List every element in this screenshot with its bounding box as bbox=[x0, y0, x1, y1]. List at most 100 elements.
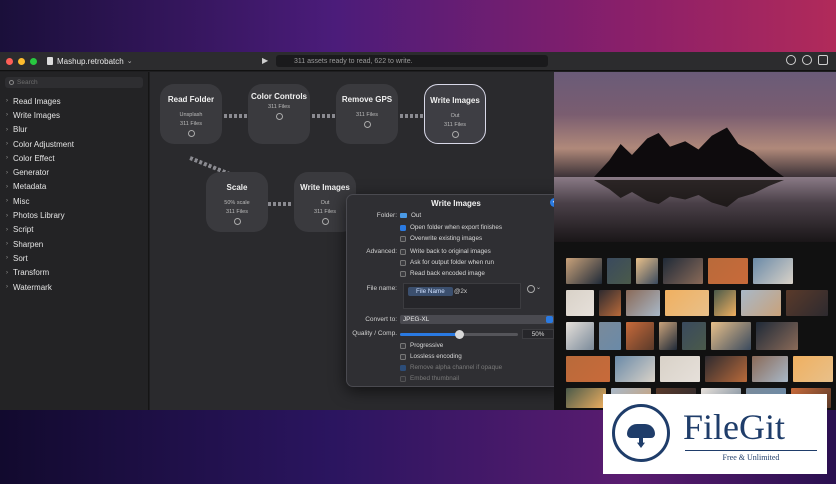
write-back-checkbox[interactable] bbox=[400, 248, 406, 255]
node-port[interactable] bbox=[275, 113, 283, 120]
progressive-option[interactable]: Progressive bbox=[400, 342, 443, 349]
quality-slider-fill bbox=[400, 333, 459, 336]
close-button[interactable] bbox=[6, 57, 13, 65]
search-icon[interactable] bbox=[786, 55, 796, 65]
node-remove-gps[interactable]: Remove GPS 311 Files bbox=[336, 84, 398, 144]
search-field[interactable]: Search bbox=[5, 77, 143, 88]
thumbnail-image[interactable] bbox=[615, 356, 655, 382]
thumbnail-image[interactable] bbox=[566, 388, 606, 408]
thumbnail-image[interactable] bbox=[714, 290, 736, 316]
node-port[interactable] bbox=[321, 218, 329, 225]
thumbnail-image[interactable] bbox=[566, 290, 594, 316]
thumbnail-image[interactable] bbox=[636, 258, 658, 284]
sidebar-item-read-images[interactable]: › Read Images bbox=[0, 94, 148, 108]
write-back-option[interactable]: Write back to original images bbox=[400, 248, 491, 255]
thumbnail-image[interactable] bbox=[626, 322, 654, 350]
sidebar-item-color-effect[interactable]: › Color Effect bbox=[0, 151, 148, 165]
play-icon[interactable]: ▶ bbox=[262, 56, 268, 65]
overwrite-checkbox[interactable] bbox=[400, 235, 406, 242]
thumbnail-image[interactable] bbox=[566, 322, 594, 350]
chevron-down-icon[interactable]: ⌄ bbox=[127, 57, 133, 65]
quality-value-field[interactable]: 50% bbox=[522, 329, 554, 339]
toolbar-icons bbox=[786, 55, 828, 65]
thumbnail-image[interactable] bbox=[711, 322, 751, 350]
node-read-folder[interactable]: Read Folder Unsplash 311 Files bbox=[160, 84, 222, 144]
progressive-checkbox[interactable] bbox=[400, 342, 406, 349]
sidebar-item-label: Misc bbox=[13, 196, 30, 206]
node-write-images-selected[interactable]: Write Images Out 311 Files bbox=[424, 84, 486, 144]
node-port[interactable] bbox=[363, 121, 371, 128]
sidebar-item-metadata[interactable]: › Metadata bbox=[0, 180, 148, 194]
thumbnail-image[interactable] bbox=[660, 356, 700, 382]
thumbnail-image[interactable] bbox=[659, 322, 677, 350]
thumbnail-image[interactable] bbox=[607, 258, 631, 284]
node-subtitle: Unsplash bbox=[179, 112, 203, 118]
open-folder-option[interactable]: Open folder when export finishes bbox=[400, 224, 502, 231]
filename-token[interactable]: File Name bbox=[408, 287, 453, 296]
sidebar-item-photos-library[interactable]: › Photos Library bbox=[0, 208, 148, 222]
convert-format-value: JPEG-XL bbox=[403, 316, 430, 323]
read-back-checkbox[interactable] bbox=[400, 270, 406, 277]
thumbnail-image[interactable] bbox=[793, 356, 833, 382]
window-title[interactable]: Mashup.retrobatch bbox=[57, 57, 124, 66]
sidebar-item-sort[interactable]: › Sort bbox=[0, 251, 148, 265]
thumbnail-image[interactable] bbox=[682, 322, 706, 350]
thumbnail-image[interactable] bbox=[705, 356, 747, 382]
search-placeholder: Search bbox=[17, 79, 38, 86]
node-color-controls[interactable]: Color Controls 311 Files bbox=[248, 84, 310, 144]
node-scale[interactable]: Scale 50% scale 311 Files bbox=[206, 172, 268, 232]
sidebar-item-transform[interactable]: › Transform bbox=[0, 266, 148, 280]
quality-slider[interactable] bbox=[400, 330, 518, 339]
node-connection bbox=[312, 114, 336, 118]
node-subtitle: Out bbox=[450, 113, 460, 119]
node-port[interactable] bbox=[233, 218, 241, 225]
node-subtitle: 50% scale bbox=[224, 200, 250, 206]
sidebar-item-generator[interactable]: › Generator bbox=[0, 165, 148, 179]
ask-output-option[interactable]: Ask for output folder when run bbox=[400, 259, 494, 266]
sidebar-item-blur[interactable]: › Blur bbox=[0, 123, 148, 137]
node-port[interactable] bbox=[187, 130, 195, 137]
open-folder-checkbox[interactable] bbox=[400, 224, 406, 231]
sidebar-item-watermark[interactable]: › Watermark bbox=[0, 280, 148, 294]
image-preview-panel[interactable] bbox=[554, 72, 836, 410]
node-count: 311 Files bbox=[444, 122, 466, 128]
thumbnail-image[interactable] bbox=[752, 356, 788, 382]
folder-picker[interactable]: Out ⇕ bbox=[400, 212, 560, 219]
thumbnail-image[interactable] bbox=[599, 322, 621, 350]
thumbnail-image[interactable] bbox=[599, 290, 621, 316]
filename-field[interactable]: File Name @2x bbox=[403, 283, 521, 309]
thumbnail-image[interactable] bbox=[566, 258, 602, 284]
sidebar-item-write-images[interactable]: › Write Images bbox=[0, 108, 148, 122]
thumbnail-image[interactable] bbox=[753, 258, 793, 284]
overwrite-option[interactable]: Overwrite existing images bbox=[400, 235, 482, 242]
ask-output-label: Ask for output folder when run bbox=[410, 259, 495, 266]
zoom-button[interactable] bbox=[30, 57, 37, 65]
thumbnail-image[interactable] bbox=[756, 322, 798, 350]
thumbnail-image[interactable] bbox=[741, 290, 781, 316]
sidebar-item-script[interactable]: › Script bbox=[0, 223, 148, 237]
thumbnail-image[interactable] bbox=[663, 258, 703, 284]
lossless-checkbox[interactable] bbox=[400, 353, 406, 360]
node-port[interactable] bbox=[451, 131, 459, 138]
minimize-button[interactable] bbox=[18, 57, 25, 65]
convert-format-select[interactable]: JPEG-XL bbox=[400, 315, 554, 324]
chevron-down-icon[interactable]: ⌄ bbox=[536, 284, 541, 291]
quality-slider-knob[interactable] bbox=[454, 330, 464, 339]
more-options-icon[interactable] bbox=[527, 285, 535, 293]
lossless-option[interactable]: Lossless encoding bbox=[400, 353, 462, 360]
ask-output-checkbox[interactable] bbox=[400, 259, 406, 266]
read-back-option[interactable]: Read back encoded image bbox=[400, 270, 485, 277]
chevron-right-icon: › bbox=[6, 126, 8, 133]
thumbnail-grid[interactable] bbox=[554, 258, 836, 408]
sidebar-item-misc[interactable]: › Misc bbox=[0, 194, 148, 208]
inspector-icon[interactable] bbox=[818, 55, 828, 65]
thumbnail-image[interactable] bbox=[786, 290, 828, 316]
thumbnail-image[interactable] bbox=[566, 356, 610, 382]
chevron-right-icon: › bbox=[6, 141, 8, 148]
sidebar-item-color-adjustment[interactable]: › Color Adjustment bbox=[0, 137, 148, 151]
thumbnail-image[interactable] bbox=[708, 258, 748, 284]
thumbnail-image[interactable] bbox=[626, 290, 660, 316]
sidebar-item-sharpen[interactable]: › Sharpen bbox=[0, 237, 148, 251]
thumbnail-image[interactable] bbox=[665, 290, 709, 316]
comment-icon[interactable] bbox=[802, 55, 812, 65]
